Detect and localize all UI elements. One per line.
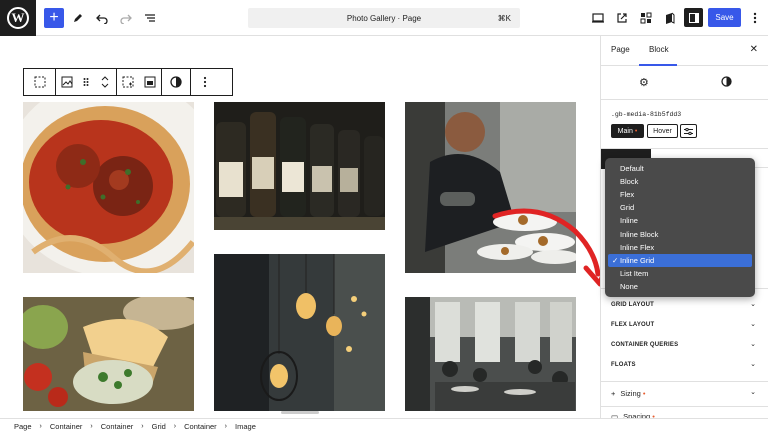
desktop-preview-icon[interactable] xyxy=(588,8,608,28)
gallery-image-pendant-lights[interactable] xyxy=(214,254,385,411)
chevron-right-icon: › xyxy=(224,423,228,430)
panel-sizing[interactable]: + Sizing • xyxy=(611,389,645,398)
display-option[interactable]: Flex xyxy=(605,188,755,201)
gallery-image-sandwich[interactable] xyxy=(23,297,194,411)
view-page-icon[interactable] xyxy=(612,8,632,28)
display-option-selected[interactable]: ✓ Inline Grid xyxy=(608,253,752,267)
state-main-label: Main xyxy=(617,127,633,135)
chevron-right-icon: › xyxy=(39,423,42,430)
block-inspector-tabs: ⚙ xyxy=(601,66,768,100)
breadcrumb-item[interactable]: Container xyxy=(101,422,134,431)
block-patterns-icon[interactable] xyxy=(636,8,656,28)
sizing-icon: + xyxy=(611,389,616,398)
crop-icon[interactable] xyxy=(117,69,139,95)
settings-gear-icon[interactable]: ⚙ xyxy=(639,76,649,89)
gallery-image-restaurant-terrace[interactable] xyxy=(405,297,576,411)
breadcrumb-item[interactable]: Container xyxy=(50,422,83,431)
state-hover-button[interactable]: Hover xyxy=(647,124,678,138)
toolbar-group-block xyxy=(56,69,117,95)
settings-sidebar-toggle[interactable] xyxy=(684,8,703,27)
chevron-down-icon[interactable]: ⌄ xyxy=(750,300,756,308)
canvas-resize-handle[interactable] xyxy=(281,411,319,414)
document-overview-icon[interactable] xyxy=(140,8,160,28)
chevron-right-icon: › xyxy=(90,423,93,430)
section-grid-layout[interactable]: GRID LAYOUT xyxy=(611,302,654,308)
sidebar-icon xyxy=(688,12,699,23)
section-flex-layout[interactable]: FLEX LAYOUT xyxy=(611,322,654,328)
more-options-icon[interactable] xyxy=(745,8,765,28)
display-option[interactable]: Grid xyxy=(605,201,755,214)
breadcrumb-item[interactable]: Container xyxy=(184,422,217,431)
modified-dot-icon: • xyxy=(634,127,638,135)
checkmark-icon: ✓ xyxy=(612,255,619,265)
chevron-down-icon[interactable]: ⌄ xyxy=(750,388,756,396)
move-up-down-icon[interactable] xyxy=(94,69,116,95)
add-block-button[interactable]: + xyxy=(44,8,64,28)
state-main-button[interactable]: Main • xyxy=(611,124,644,138)
toolbar-group-select-parent xyxy=(24,69,56,95)
drag-handle-icon[interactable] xyxy=(78,69,94,95)
image-block-icon[interactable] xyxy=(56,69,78,95)
toolbar-group-styles xyxy=(162,69,191,95)
block-options-icon[interactable] xyxy=(191,69,219,95)
tab-page[interactable]: Page xyxy=(611,45,630,54)
display-select-dropdown: Default Block Flex Grid Inline Inline Bl… xyxy=(605,158,755,297)
wordpress-icon: W xyxy=(7,7,29,29)
display-option[interactable]: Inline xyxy=(605,214,755,227)
styles-icon[interactable] xyxy=(660,8,680,28)
section-floats[interactable]: FLOATS xyxy=(611,362,636,368)
close-icon[interactable]: ✕ xyxy=(750,44,758,55)
undo-icon[interactable] xyxy=(92,8,112,28)
chevron-right-icon: › xyxy=(141,423,144,430)
shortcut-hint: ⌘K xyxy=(497,14,511,23)
display-option[interactable]: Inline Block xyxy=(605,227,755,240)
chevron-down-icon[interactable]: ⌄ xyxy=(750,340,756,348)
wordpress-logo-button[interactable]: W xyxy=(0,0,36,36)
contrast-icon[interactable] xyxy=(162,69,190,95)
gallery-image-spaghetti[interactable] xyxy=(23,102,194,273)
chevron-right-icon: › xyxy=(173,423,177,430)
select-parent-icon[interactable] xyxy=(24,69,55,95)
toolbar-group-media xyxy=(117,69,162,95)
sidebar-tabs: Page Block ✕ xyxy=(601,36,768,66)
active-tab-underline xyxy=(639,64,677,66)
state-settings-icon[interactable] xyxy=(680,124,697,138)
chevron-down-icon[interactable]: ⌄ xyxy=(750,320,756,328)
breadcrumb-item[interactable]: Grid xyxy=(152,422,166,431)
editor-top-bar: W + Photo Gallery · Page ⌘K Save xyxy=(0,0,768,36)
panel-sizing-label: Sizing xyxy=(620,389,641,398)
breadcrumb-item-current[interactable]: Image xyxy=(235,422,256,431)
chevron-down-icon[interactable]: ⌄ xyxy=(750,360,756,368)
block-breadcrumb: Page › Container › Container › Grid › Contai… xyxy=(0,418,768,434)
document-title: Photo Gallery · Page xyxy=(346,13,422,23)
toolbar-group-options xyxy=(191,69,219,95)
command-palette-bar[interactable]: Photo Gallery · Page ⌘K xyxy=(248,8,520,28)
redo-icon[interactable] xyxy=(116,8,136,28)
divider xyxy=(601,381,768,382)
display-option[interactable]: Block xyxy=(605,175,755,188)
block-toolbar xyxy=(23,68,233,96)
css-selector-label: .gb-media-81b5fdd3 xyxy=(611,111,682,118)
divider xyxy=(601,406,768,407)
breadcrumb-item[interactable]: Page xyxy=(14,422,32,431)
display-option[interactable]: Default xyxy=(605,162,755,175)
display-option[interactable]: None xyxy=(605,280,755,293)
editor-canvas xyxy=(0,36,600,418)
styles-contrast-icon[interactable] xyxy=(721,76,732,90)
modified-dot-icon: • xyxy=(642,389,646,398)
section-container-queries[interactable]: CONTAINER QUERIES xyxy=(611,342,678,348)
save-button[interactable]: Save xyxy=(708,8,741,27)
pen-tool-icon[interactable] xyxy=(68,8,88,28)
display-option-label: Inline Grid xyxy=(620,255,655,265)
replace-media-icon[interactable] xyxy=(139,69,161,95)
annotation-arrow-icon xyxy=(492,208,600,287)
tab-block[interactable]: Block xyxy=(649,45,669,54)
gallery-image-wine-bottles[interactable] xyxy=(214,102,385,230)
display-option[interactable]: Inline Flex xyxy=(605,241,755,254)
display-option[interactable]: List Item xyxy=(605,267,755,280)
